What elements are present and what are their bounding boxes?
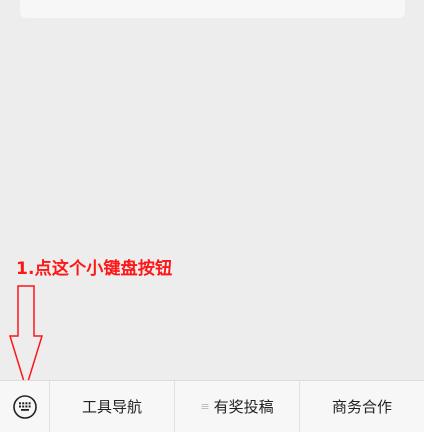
menu-item-label: 工具导航 [81, 398, 142, 416]
bottom-menu-bar: 工具导航 ≡ 有奖投稿 商务合作 [0, 380, 424, 432]
keyboard-toggle-button[interactable] [0, 381, 50, 432]
menu-item-label: 有奖投稿 [213, 398, 274, 416]
menu-item-business[interactable]: 商务合作 [300, 381, 424, 432]
menu-item-tools-nav[interactable]: 工具导航 [50, 381, 175, 432]
annotation-arrow [8, 285, 44, 391]
chat-view: 1.点这个小键盘按钮 工具导航 ≡ 有奖投稿 商务合作 [0, 0, 424, 432]
annotation-text: 1.点这个小键盘按钮 [16, 259, 173, 279]
menu-item-label: 商务合作 [331, 398, 392, 416]
menu-item-submit[interactable]: ≡ 有奖投稿 [175, 381, 300, 432]
message-card [20, 0, 405, 18]
keyboard-icon [12, 394, 37, 419]
menu-lines-icon: ≡ [200, 400, 210, 413]
